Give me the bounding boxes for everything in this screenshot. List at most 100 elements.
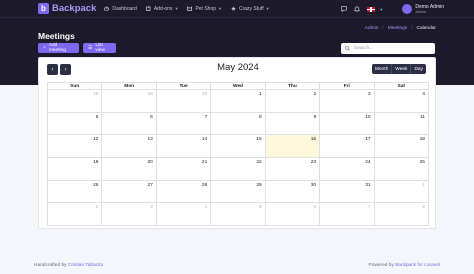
calendar-day-cell[interactable]: 27 xyxy=(101,180,156,204)
calendar-day-cell[interactable]: 17 xyxy=(319,135,374,159)
calendar-day-cell[interactable]: 6 xyxy=(264,203,320,227)
day-view-button[interactable]: Day xyxy=(411,64,426,74)
nav-item-add-ons[interactable]: Add-ons ▼ xyxy=(145,6,179,12)
weekday-label: Sat xyxy=(373,82,429,90)
day-number: 7 xyxy=(204,114,208,120)
nav-item-crazy-stuff[interactable]: Crazy Stuff ▼ xyxy=(231,6,270,12)
add-meeting-button[interactable]: + Add meeting xyxy=(38,43,79,53)
breadcrumb-meetings[interactable]: Meetings xyxy=(388,26,407,31)
calendar-day-cell[interactable]: 29 xyxy=(210,180,265,204)
search-input[interactable]: Search... xyxy=(341,43,435,54)
calendar-day-cell[interactable]: 2 xyxy=(47,203,102,227)
calendar-day-cell[interactable]: 20 xyxy=(101,158,156,181)
footer-right-text: Powered by xyxy=(368,263,394,268)
calendar-day-cell[interactable]: 3 xyxy=(101,203,156,227)
avatar[interactable] xyxy=(402,4,413,14)
calendar-day-cell[interactable]: 12 xyxy=(47,135,102,159)
star-icon xyxy=(231,6,236,11)
calendar-day-cell[interactable]: 25 xyxy=(373,158,429,181)
calendar-day-cell[interactable]: 18 xyxy=(373,135,429,159)
day-number: 14 xyxy=(201,137,208,143)
backpack-link[interactable]: Backpack for Laravel xyxy=(395,263,440,268)
calendar-day-cell[interactable]: 24 xyxy=(319,158,374,181)
calendar-day-cell[interactable]: 7 xyxy=(155,112,211,136)
week-view-button[interactable]: Week xyxy=(392,64,412,74)
calendar-day-cell[interactable]: 30 xyxy=(155,90,211,113)
nav-item-pet-shop[interactable]: Pet Shop ▼ xyxy=(187,6,222,12)
main-menu: Dashboard Add-ons ▼ Pet Shop ▼ Crazy Stu… xyxy=(104,6,278,12)
calendar-day-cell[interactable]: 5 xyxy=(47,112,102,136)
bell-icon xyxy=(354,6,361,12)
calendar-day-cell[interactable]: 13 xyxy=(101,135,156,159)
app-logo[interactable]: b Backpack xyxy=(38,3,96,14)
chevron-down-icon: ▼ xyxy=(174,6,179,11)
calendar-day-cell[interactable]: 9 xyxy=(264,112,320,136)
chevron-down-icon: ▼ xyxy=(379,6,384,12)
prev-month-button[interactable]: ‹ xyxy=(47,64,58,75)
day-number: 28 xyxy=(201,182,208,188)
calendar-day-cell[interactable]: 15 xyxy=(210,135,265,159)
day-number: 29 xyxy=(147,92,153,97)
plus-icon: + xyxy=(43,45,46,51)
weekday-label: Wed xyxy=(210,82,265,90)
weekday-label: Mon xyxy=(101,82,156,90)
day-number: 6 xyxy=(313,205,317,211)
day-number: 25 xyxy=(419,160,425,166)
chat-button[interactable] xyxy=(341,6,348,12)
day-number: 23 xyxy=(310,160,317,166)
calendar-day-cell[interactable]: 1 xyxy=(373,180,429,204)
calendar-day-cell[interactable]: 28 xyxy=(47,90,102,113)
calendar-day-cell[interactable]: 4 xyxy=(155,203,211,227)
calendar-day-cell[interactable]: 28 xyxy=(155,180,211,204)
calendar-day-cell[interactable]: 10 xyxy=(319,112,374,136)
calendar-day-cell[interactable]: 22 xyxy=(210,158,265,181)
day-number: 4 xyxy=(204,205,208,211)
calendar-week-row: 19 20 21 22 23 24 25 xyxy=(47,158,429,181)
day-number: 20 xyxy=(147,160,153,166)
user-menu[interactable]: Demo Admin Admin xyxy=(415,4,444,14)
calendar-day-cell[interactable]: 23 xyxy=(264,158,320,181)
day-number: 4 xyxy=(422,92,425,97)
calendar-day-cell[interactable]: 26 xyxy=(47,180,102,204)
calendar-day-cell[interactable]: 8 xyxy=(210,112,265,136)
list-view-button[interactable]: ☰ List view xyxy=(83,43,116,53)
day-number: 30 xyxy=(310,182,317,188)
month-view-button[interactable]: Month xyxy=(371,64,393,74)
day-number: 5 xyxy=(259,205,262,211)
calendar-day-cell[interactable]: 4 xyxy=(373,90,429,113)
calendar-day-cell[interactable]: 8 xyxy=(373,203,429,227)
app-name: Backpack xyxy=(52,3,97,14)
breadcrumb-admin[interactable]: Admin xyxy=(365,26,379,31)
calendar-day-today[interactable]: 16 xyxy=(264,135,320,159)
calendar-day-cell[interactable]: 6 xyxy=(101,112,156,136)
language-selector[interactable]: ▼ xyxy=(367,6,384,12)
calendar-day-cell[interactable]: 2 xyxy=(264,90,320,113)
calendar-day-cell[interactable]: 1 xyxy=(210,90,265,113)
uk-flag-icon xyxy=(367,6,376,12)
calendar-day-cell[interactable]: 3 xyxy=(319,90,374,113)
notifications-button[interactable] xyxy=(354,6,361,12)
day-number: 1 xyxy=(259,92,262,97)
breadcrumb-separator: / xyxy=(382,26,384,31)
calendar-day-cell[interactable]: 7 xyxy=(319,203,374,227)
calendar-day-cell[interactable]: 5 xyxy=(210,203,265,227)
calendar-day-cell[interactable]: 19 xyxy=(47,158,102,181)
next-month-button[interactable]: › xyxy=(60,64,71,75)
calendar-week-row: 5 6 7 8 9 10 11 xyxy=(47,112,429,136)
day-number: 9 xyxy=(313,114,317,120)
calendar-day-cell[interactable]: 29 xyxy=(101,90,156,113)
day-number: 3 xyxy=(150,205,153,211)
day-number: 27 xyxy=(147,182,153,188)
calendar-day-cell[interactable]: 31 xyxy=(319,180,374,204)
calendar-day-cell[interactable]: 21 xyxy=(155,158,211,181)
weekday-header: Sun Mon Tue Wed Thu Fri Sat xyxy=(47,82,429,90)
nav-item-dashboard[interactable]: Dashboard xyxy=(104,6,137,12)
calendar-grid: Sun Mon Tue Wed Thu Fri Sat 28 29 30 1 2 3 4 5 6 7 8 9 10 1… xyxy=(47,82,429,227)
day-number: 13 xyxy=(147,137,153,143)
calendar-day-cell[interactable]: 14 xyxy=(155,135,211,159)
calendar-day-cell[interactable]: 30 xyxy=(264,180,320,204)
day-number: 11 xyxy=(419,114,425,120)
calendar-week-row: 2 3 4 5 6 7 8 xyxy=(47,203,429,227)
author-link[interactable]: Cristian Tabacitu xyxy=(68,263,103,268)
calendar-day-cell[interactable]: 11 xyxy=(373,112,429,136)
